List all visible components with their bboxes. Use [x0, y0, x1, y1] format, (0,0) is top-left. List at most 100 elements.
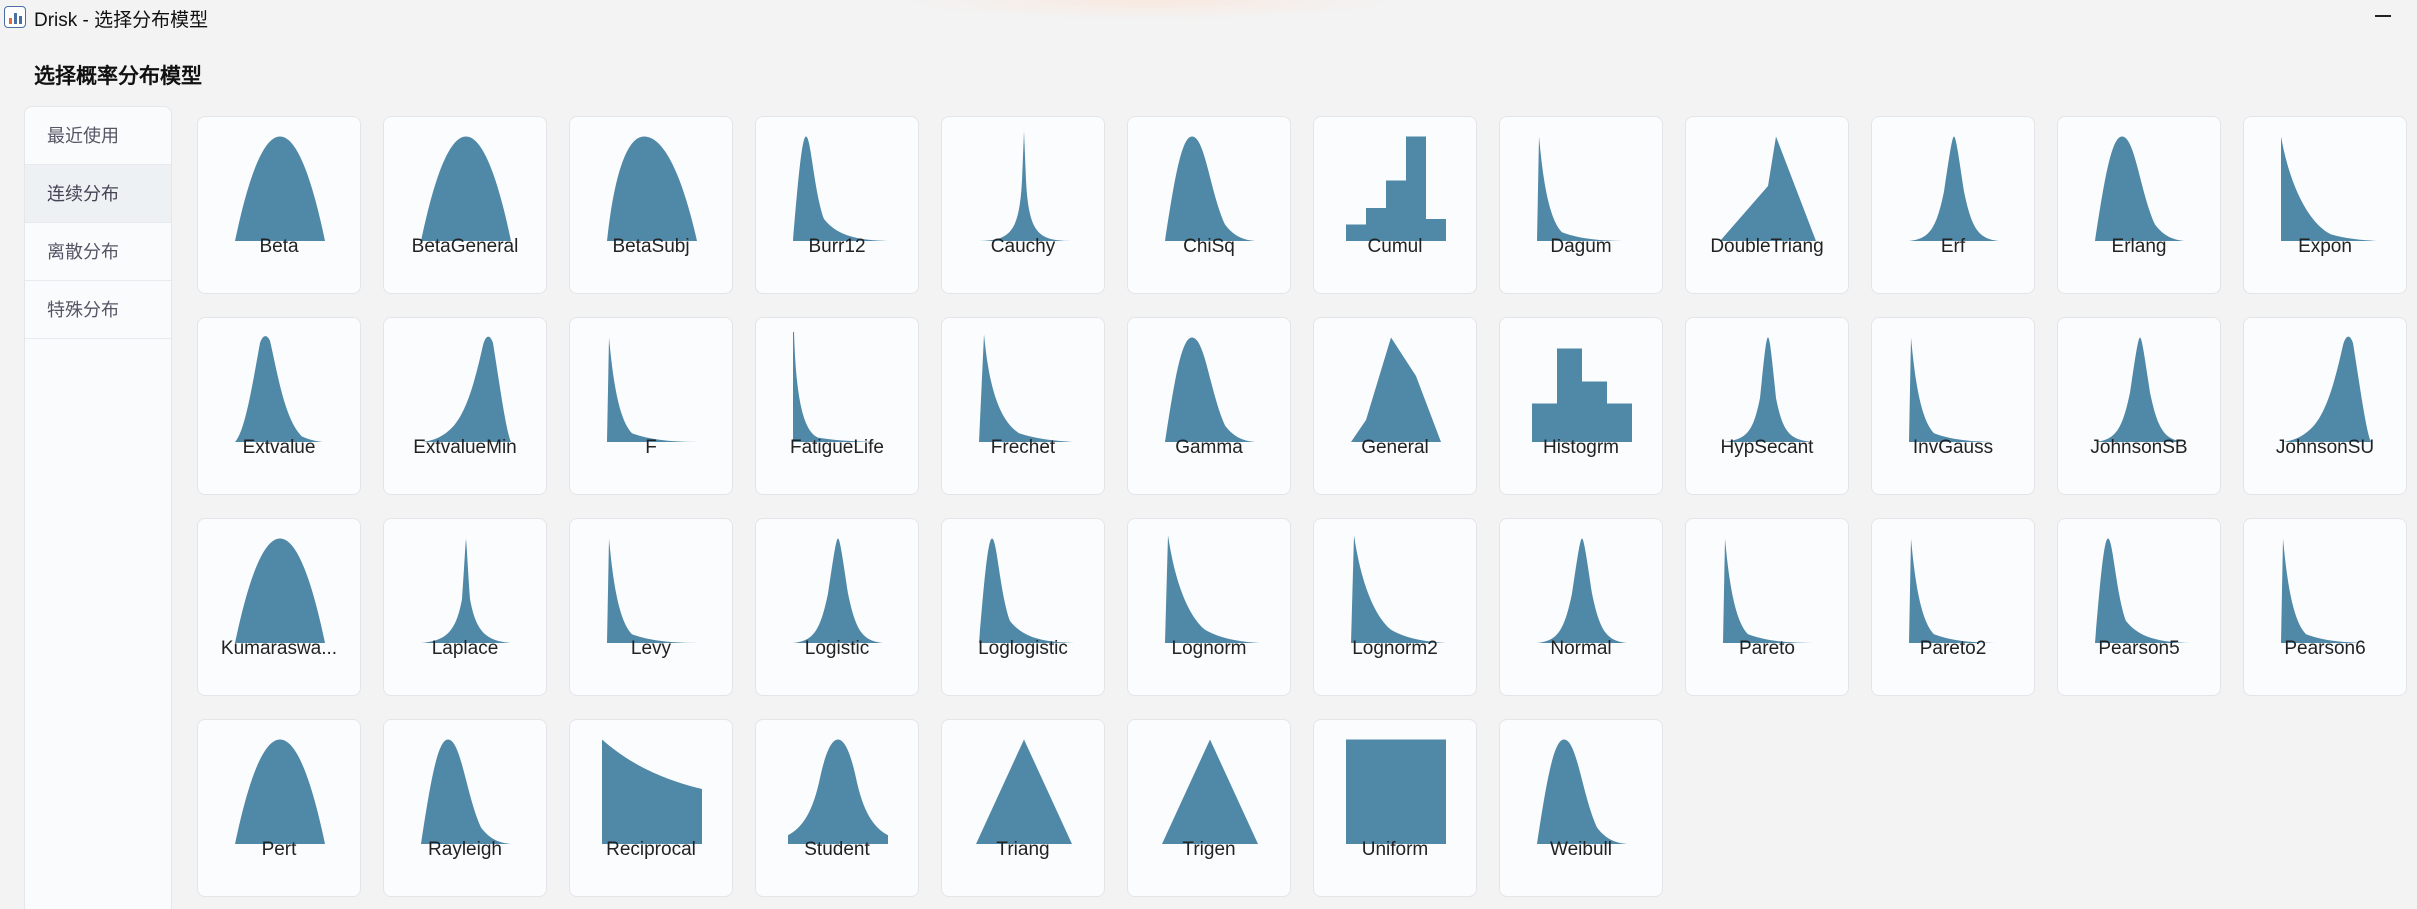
distribution-shape-icon: [2095, 136, 2185, 241]
distribution-label: Burr12: [808, 236, 866, 257]
sidebar-item-discrete[interactable]: 离散分布: [25, 223, 171, 281]
distribution-card[interactable]: Kumaraswa...: [197, 518, 361, 696]
distribution-label: Cauchy: [990, 236, 1056, 257]
distribution-card[interactable]: Erf: [1871, 116, 2035, 294]
distribution-card[interactable]: Levy: [569, 518, 733, 696]
distribution-card[interactable]: Gamma: [1127, 317, 1291, 495]
distribution-card[interactable]: F: [569, 317, 733, 495]
distribution-label: Laplace: [431, 638, 499, 659]
distribution-card[interactable]: Cauchy: [941, 116, 1105, 294]
distribution-card[interactable]: Logistic: [755, 518, 919, 696]
distribution-card[interactable]: Lognorm: [1127, 518, 1291, 696]
distribution-card[interactable]: JohnsonSU: [2243, 317, 2407, 495]
distribution-card[interactable]: Loglogistic: [941, 518, 1105, 696]
distribution-card[interactable]: Normal: [1499, 518, 1663, 696]
distribution-card[interactable]: Cumul: [1313, 116, 1477, 294]
distribution-shape-icon: [1346, 739, 1446, 844]
distribution-card[interactable]: Pert: [197, 719, 361, 897]
distribution-shape-icon: [1909, 538, 2004, 643]
distribution-label: Reciprocal: [606, 839, 696, 860]
distribution-card[interactable]: HypSecant: [1685, 317, 1849, 495]
distribution-card[interactable]: Lognorm2: [1313, 518, 1477, 696]
distribution-card[interactable]: General: [1313, 317, 1477, 495]
distribution-card[interactable]: Pearson6: [2243, 518, 2407, 696]
distribution-shape-icon: [1165, 136, 1255, 241]
minimize-icon: [2375, 15, 2391, 17]
distribution-card[interactable]: Uniform: [1313, 719, 1477, 897]
distribution-label: JohnsonSU: [2275, 437, 2375, 458]
distribution-shape-icon: [421, 538, 511, 643]
distribution-label: DoubleTriang: [1710, 236, 1824, 257]
distribution-label: General: [1361, 437, 1429, 458]
distribution-shape-icon: [1723, 538, 1818, 643]
distribution-card[interactable]: FatigueLife: [755, 317, 919, 495]
distribution-label: Triang: [996, 839, 1050, 860]
distribution-shape-icon: [1165, 535, 1260, 643]
distribution-shape-icon: [1909, 136, 1999, 241]
distribution-shape-icon: [1720, 136, 1816, 241]
distribution-label: InvGauss: [1912, 437, 1994, 458]
distribution-label: Pareto: [1739, 638, 1795, 659]
distribution-card[interactable]: ChiSq: [1127, 116, 1291, 294]
distribution-card[interactable]: Student: [755, 719, 919, 897]
distribution-card[interactable]: Pareto2: [1871, 518, 2035, 696]
distribution-card[interactable]: ExtvalueMin: [383, 317, 547, 495]
distribution-shape-icon: [1537, 739, 1627, 844]
sidebar-item-recent[interactable]: 最近使用: [25, 107, 171, 165]
distribution-label: ChiSq: [1183, 236, 1235, 257]
distribution-card[interactable]: BetaGeneral: [383, 116, 547, 294]
distribution-shape-icon: [2095, 337, 2185, 442]
distribution-shape-icon: [2095, 538, 2190, 643]
distribution-shape-icon: [1351, 535, 1446, 643]
distribution-card[interactable]: Extvalue: [197, 317, 361, 495]
distribution-card[interactable]: Pareto: [1685, 518, 1849, 696]
distribution-shape-icon: [979, 334, 1074, 442]
distribution-label: Histogrm: [1542, 437, 1619, 458]
distribution-card[interactable]: DoubleTriang: [1685, 116, 1849, 294]
distribution-label: Erf: [1940, 236, 1966, 257]
distribution-label: Expon: [2298, 236, 2352, 257]
window-title: Drisk - 选择分布模型: [34, 10, 209, 31]
sidebar-item-special[interactable]: 特殊分布: [25, 281, 171, 339]
distribution-card[interactable]: Rayleigh: [383, 719, 547, 897]
distribution-shape-icon: [235, 136, 325, 241]
distribution-shape-icon: [793, 332, 888, 442]
distribution-shape-icon: [1723, 337, 1813, 442]
distribution-label: BetaSubj: [612, 236, 690, 257]
distribution-card[interactable]: Laplace: [383, 518, 547, 696]
distribution-label: Pearson5: [2098, 638, 2180, 659]
distribution-shape-icon: [2281, 336, 2371, 442]
category-sidebar: 最近使用 连续分布 离散分布 特殊分布: [24, 106, 172, 909]
distribution-card[interactable]: Weibull: [1499, 719, 1663, 897]
distribution-card[interactable]: Reciprocal: [569, 719, 733, 897]
page-title: 选择概率分布模型: [34, 65, 202, 88]
distribution-shape-icon: [602, 739, 702, 844]
distribution-label: Gamma: [1175, 437, 1243, 458]
distribution-shape-icon: [793, 136, 888, 241]
distribution-card[interactable]: Frechet: [941, 317, 1105, 495]
distribution-card[interactable]: JohnsonSB: [2057, 317, 2221, 495]
distribution-shape-icon: [421, 336, 511, 442]
distribution-label: Extvalue: [242, 437, 316, 458]
distribution-card[interactable]: Dagum: [1499, 116, 1663, 294]
title-bar: Drisk - 选择分布模型: [0, 0, 2417, 34]
distribution-label: ExtvalueMin: [413, 437, 517, 458]
distribution-card[interactable]: Trigen: [1127, 719, 1291, 897]
distribution-card[interactable]: Triang: [941, 719, 1105, 897]
distribution-card[interactable]: Beta: [197, 116, 361, 294]
distribution-card[interactable]: Erlang: [2057, 116, 2221, 294]
distribution-card[interactable]: Histogrm: [1499, 317, 1663, 495]
minimize-button[interactable]: [2365, 2, 2399, 30]
distribution-card[interactable]: Expon: [2243, 116, 2407, 294]
distribution-label: Frechet: [990, 437, 1056, 458]
distribution-label: HypSecant: [1720, 437, 1814, 458]
distribution-card[interactable]: Pearson5: [2057, 518, 2221, 696]
distribution-card[interactable]: InvGauss: [1871, 317, 2035, 495]
distribution-label: Levy: [630, 638, 672, 659]
sidebar-item-continuous[interactable]: 连续分布: [25, 165, 171, 223]
distribution-card[interactable]: Burr12: [755, 116, 919, 294]
distribution-label: Lognorm: [1171, 638, 1247, 659]
distribution-label: Normal: [1550, 638, 1612, 659]
distribution-shape-icon: [979, 538, 1074, 643]
distribution-card[interactable]: BetaSubj: [569, 116, 733, 294]
